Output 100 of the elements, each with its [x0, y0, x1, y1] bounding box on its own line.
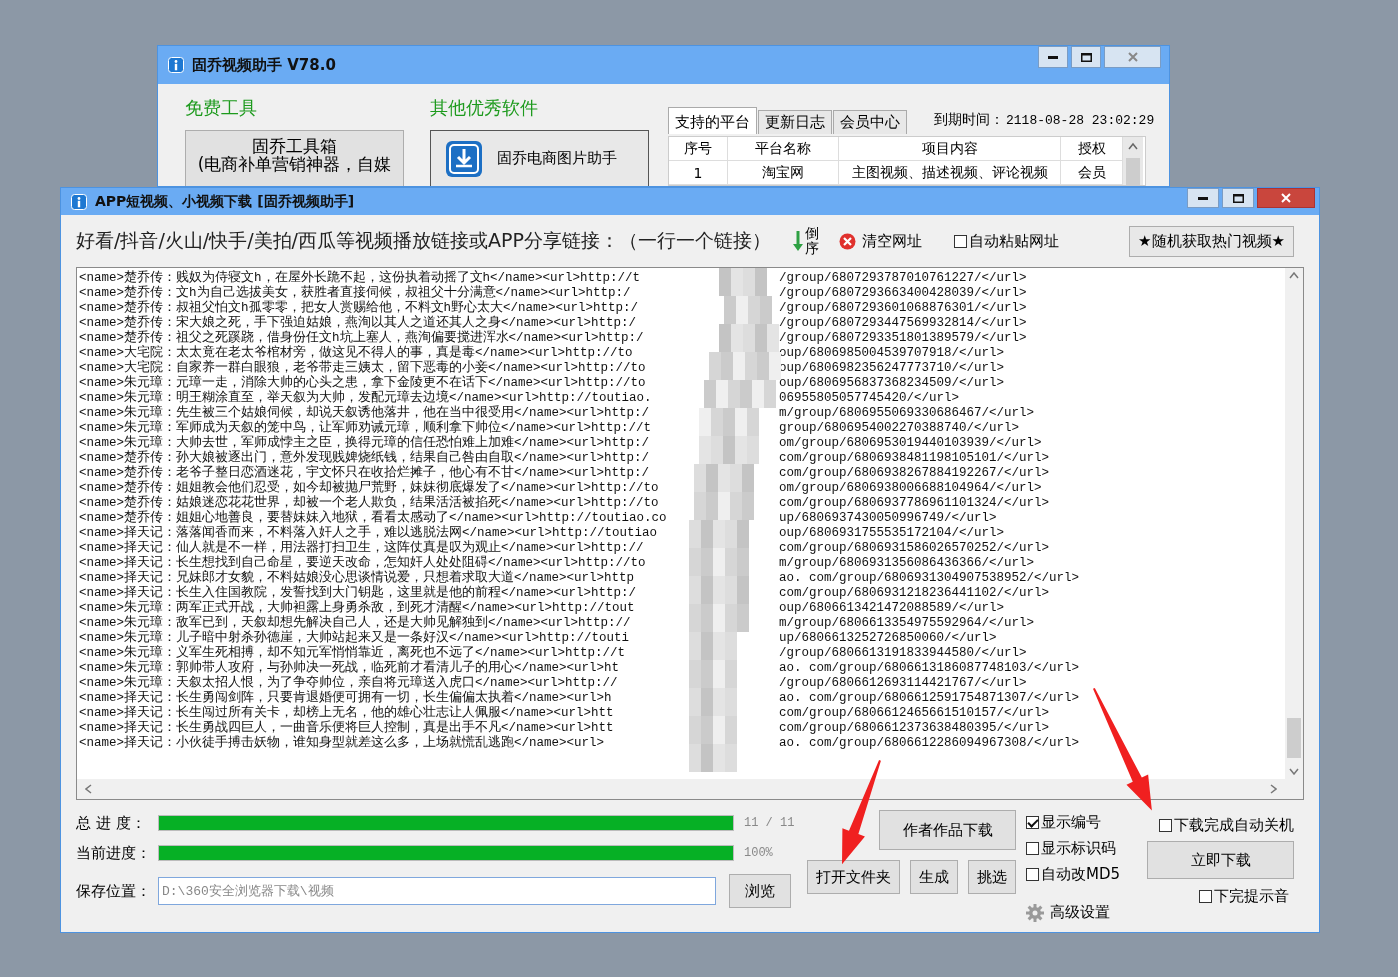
link-text: /group/6807293351801389579/</url> — [779, 331, 1028, 346]
link-text: m/group/6806955069330686467/</url> — [779, 406, 1036, 421]
link-text: oup/6806931755535172104/</url> — [779, 526, 1006, 541]
scroll-up-icon[interactable] — [1289, 272, 1299, 279]
checkbox[interactable] — [1159, 819, 1172, 832]
scroll-right-icon[interactable] — [1270, 784, 1277, 794]
download-button[interactable]: 立即下载 — [1147, 841, 1294, 879]
column-header: 项目内容 — [839, 137, 1061, 161]
software-button[interactable]: 固乔电商图片助手 — [430, 130, 649, 186]
browse-button[interactable]: 浏览 — [729, 874, 791, 908]
link-text: 06955805057745420/</url> — [779, 391, 961, 406]
link-text: <name>朱元璋：敌军已到，天叙却想先解决自己人，还是大帅见解独到</name><url>http:// — [79, 616, 632, 630]
tab[interactable]: 支持的平台 — [668, 107, 757, 134]
checkbox[interactable] — [1026, 816, 1039, 829]
section-heading: 免费工具 — [185, 96, 258, 120]
column-header: 序号 — [669, 137, 728, 161]
action-button[interactable]: 生成 — [910, 860, 958, 894]
clear-icon — [838, 232, 856, 250]
maximize-icon — [1080, 52, 1092, 62]
reverse-button[interactable]: 倒序 — [804, 225, 819, 257]
link-text: <name>楚乔传：姐姐心地善良，要替妹妹入地狱，看看太感动了</name><url>http://toutiao.co — [79, 511, 668, 525]
link-text: oup/6806613421472088589/</url> — [779, 601, 1006, 616]
link-text: /group/6807293447569932814/</url> — [779, 316, 1028, 331]
link-text: com/group/6806931218236441102/</url> — [779, 586, 1051, 601]
table-cell: 淘宝网 — [728, 161, 839, 185]
checkbox-label[interactable]: 显示编号 — [1041, 813, 1101, 832]
link-text: com/group/6806937786961101324/</url> — [779, 496, 1051, 511]
checkbox-label[interactable]: 自动粘贴网址 — [968, 231, 1059, 251]
minimize-icon — [1198, 196, 1208, 200]
checkbox-label[interactable]: 下完提示音 — [1214, 887, 1289, 906]
window-title: APP短视频、小视频下载 [固乔视频助手] — [95, 192, 355, 211]
link-text: com/group/6806612465661510157/</url> — [779, 706, 1051, 721]
link-textarea[interactable] — [76, 267, 1304, 800]
button-label[interactable]: 固乔电商图片助手 — [497, 149, 617, 168]
expiry-label: 到期时间： — [934, 111, 1004, 129]
save-path-field[interactable]: D:\360安全浏览器下载\视频 — [158, 877, 716, 905]
link-text: <name>朱元璋：儿子暗中射杀孙德崖，大帅站起来又是一条好汉</name><url>http://touti — [79, 631, 631, 645]
checkbox[interactable] — [1026, 868, 1039, 881]
link-text: <name>朱元璋：军师成为天叙的笼中鸟，让军师劝诫元璋，顺利拿下帅位</name><url>http://t — [79, 421, 653, 435]
link-text: /group/6807293601068876301/</url> — [779, 301, 1028, 316]
link-text: /group/6807293787010761227/</url> — [779, 271, 1028, 286]
link-text: <name>朱元璋：明王糊涂直至，举天叙为大帅，发配元璋去边境</name><url>http://toutiao. — [79, 391, 653, 405]
table-cell: 1 — [669, 161, 728, 185]
author-download-button[interactable]: 作者作品下载 — [879, 810, 1016, 850]
clear-button[interactable]: 清空网址 — [861, 231, 922, 251]
link-text: ao. com/group/6806612591754871307/</url> — [779, 691, 1081, 706]
link-text: <name>朱元璋：义军生死相搏，却不知元军悄悄靠近，离死也不远了</name><url>http://t — [79, 646, 627, 660]
link-text: m/group/6806931356086436366/</url> — [779, 556, 1036, 571]
close-icon — [1127, 52, 1138, 62]
advanced-settings-link[interactable]: 高级设置 — [1050, 903, 1110, 922]
link-text: com/group/6806612373638480395/</url> — [779, 721, 1051, 736]
toolbox-button[interactable]: 固乔工具箱 (电商补单营销神器，自媒 — [185, 130, 404, 186]
checkbox-label[interactable]: 显示标识码 — [1041, 839, 1116, 858]
minimize-button[interactable] — [1187, 188, 1219, 208]
scroll-up-icon[interactable] — [1128, 142, 1138, 150]
checkbox[interactable] — [1199, 890, 1212, 903]
link-text: up/6806613252726850060/</url> — [779, 631, 998, 646]
link-text: <name>择天记：长生勇战四巨人，一曲音乐便将巨人控制，真是出手不凡</name><url>htt — [79, 721, 615, 735]
window-title: 固乔视频助手 V78.0 — [192, 55, 336, 75]
link-text: <name>楚乔传：祖父之死蹊跷，借身份任文h坑上塞人，燕洵偏要搅进浑水</name><url>http:/ — [79, 331, 645, 345]
link-text: up/6806937430050996749/</url> — [779, 511, 998, 526]
link-text: <name>朱元璋：先生被三个姑娘伺候，却说天叙诱他落井，他在当中很受用</name><url>http:/ — [79, 406, 651, 420]
link-text: /group/6807293663400428039/</url> — [779, 286, 1028, 301]
random-button[interactable]: ★随机获取热门视频★ — [1129, 225, 1294, 257]
down-arrow-icon — [792, 231, 803, 251]
field-label: 保存位置： — [76, 881, 152, 901]
action-button[interactable]: 打开文件夹 — [807, 860, 900, 894]
link-text: <name>择天记：仙人就是不一样，用法器打扫卫生，这阵仗真是叹为观止</name><url>http:// — [79, 541, 645, 555]
link-text: <name>楚乔传：孙大娘被逐出门，意外发现贱婢烧纸钱，结果自己咎由自取</name><url>http:/ — [79, 451, 651, 465]
link-text: <name>择天记：长生想找到自己命星，要逆天改命，怎知奸人处处阻碍</name><url>http://to — [79, 556, 647, 570]
scroll-left-icon[interactable] — [85, 784, 92, 794]
app-icon — [71, 193, 87, 210]
maximize-button[interactable] — [1071, 46, 1101, 68]
link-text: ao. com/group/6806612286094967308/</url> — [779, 736, 1081, 751]
tab[interactable]: 会员中心 — [833, 110, 907, 134]
progress-reading: 11 / 11 — [744, 816, 795, 830]
minimize-button[interactable] — [1038, 46, 1068, 68]
checkbox[interactable] — [1026, 842, 1039, 855]
link-text: oup/6806956837368234509/</url> — [779, 376, 1006, 391]
table-cell: 主图视频、描述视频、评论视频 — [839, 161, 1061, 185]
checkbox-label[interactable]: 自动改MD5 — [1041, 865, 1121, 884]
link-text: <name>楚乔传：贱奴为侍寝文h，在屋外长跪不起，这份执着动摇了文h</name><url>http://t — [79, 271, 642, 285]
scrollbar[interactable] — [1123, 137, 1143, 185]
checkbox[interactable] — [953, 234, 967, 248]
close-icon — [1281, 193, 1291, 203]
tab[interactable]: 更新日志 — [758, 110, 832, 134]
link-text: <name>大宅院：自家养一群白眼狼，老爷带走三姨太，留下恶毒的小妾</name><url>http://to — [79, 361, 647, 375]
instruction-text: 好看/抖音/火山/快手/美拍/西瓜等视频播放链接或APP分享链接：（一行一个链接） — [76, 228, 771, 253]
checkbox-label[interactable]: 下载完成自动关机 — [1174, 816, 1294, 835]
expiry-time: 2118-08-28 23:02:29 — [1006, 112, 1155, 128]
maximize-button[interactable] — [1222, 188, 1254, 208]
action-button[interactable]: 挑选 — [968, 860, 1016, 894]
link-text: oup/6806985004539707918/</url> — [779, 346, 1006, 361]
section-heading: 其他优秀软件 — [430, 96, 539, 120]
scroll-thumb[interactable] — [1287, 718, 1301, 758]
close-button[interactable] — [1257, 188, 1315, 208]
link-text: <name>楚乔传：姑娘迷恋花花世界，却被一个老人欺负，结果活活被掐死</name><url>http://to — [79, 496, 660, 510]
link-text: <name>朱元璋：郭帅带人攻府，与孙帅决一死战，临死前才看清儿子的用心</name><url>ht — [79, 661, 621, 675]
scroll-down-icon[interactable] — [1289, 768, 1299, 775]
link-text: <name>楚乔传：叔祖父怕文h孤零零，把女人赏赐给他，不料文h野心太大</name><url>http:/ — [79, 301, 640, 315]
